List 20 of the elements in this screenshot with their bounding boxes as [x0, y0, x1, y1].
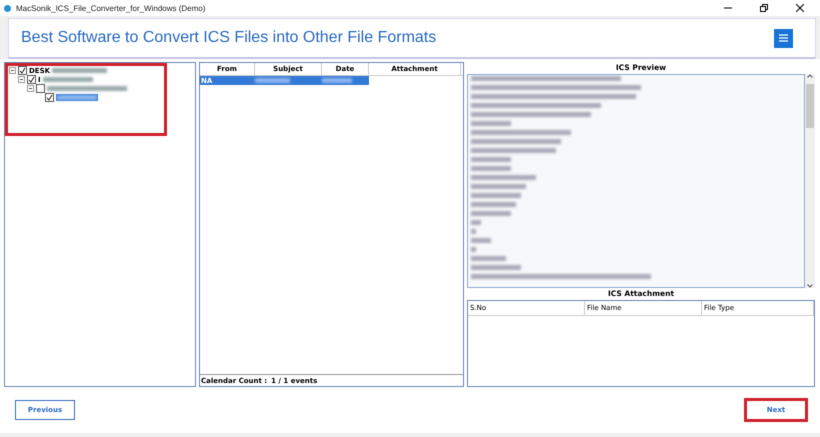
menu-button[interactable]	[774, 28, 793, 48]
expander-icon[interactable]	[18, 76, 25, 83]
restore-icon[interactable]	[760, 4, 768, 12]
close-icon[interactable]	[796, 4, 804, 12]
checkbox[interactable]	[27, 75, 36, 84]
blurred-text	[52, 68, 108, 73]
window-title: MacSonik_ICS_File_Converter_for_Windows (Demo)	[16, 4, 206, 12]
scroll-down-icon[interactable]	[807, 284, 813, 288]
scrollbar[interactable]	[805, 74, 815, 288]
header-title: Best Software to Convert ICS Files into Other File Formats	[21, 29, 436, 47]
menu-icon	[779, 34, 788, 42]
expander-icon[interactable]	[27, 85, 34, 92]
checkbox[interactable]	[36, 84, 45, 93]
blurred-text	[42, 77, 93, 82]
checkbox[interactable]	[45, 93, 54, 102]
expander-icon[interactable]	[9, 67, 16, 74]
checkbox[interactable]	[18, 66, 27, 75]
scroll-up-icon[interactable]	[807, 74, 813, 78]
scroll-thumb[interactable]	[806, 84, 814, 128]
app-icon	[4, 4, 11, 12]
